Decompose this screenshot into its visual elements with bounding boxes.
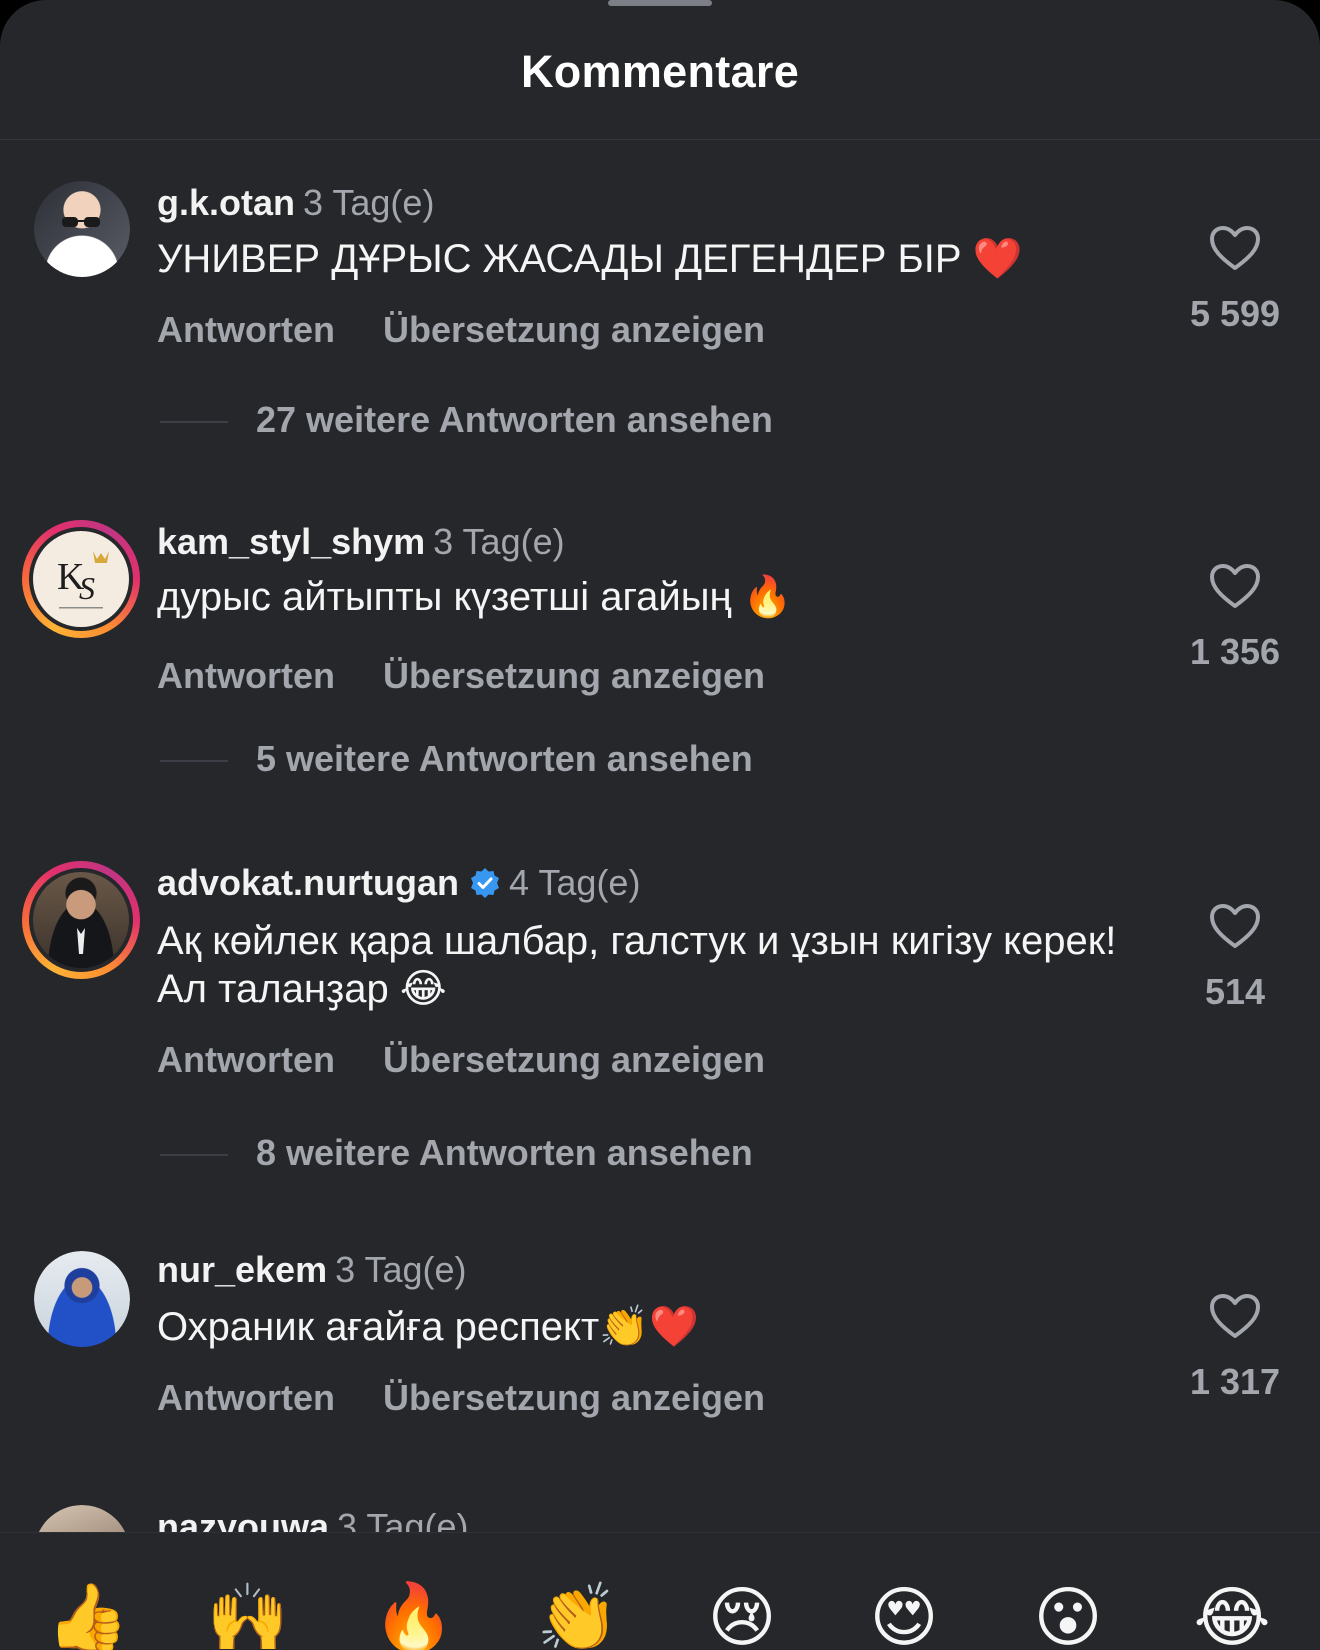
clapping-emoji-button[interactable]: 👏 <box>530 1569 626 1650</box>
view-replies-label: 27 weitere Antworten ansehen <box>256 399 773 440</box>
surprised-emoji-button[interactable]: 😮 <box>1020 1569 1116 1650</box>
comment-text: УНИВЕР ДҰРЫС ЖАСАДЫ ДЕГЕНДЕР БІР ❤️ <box>157 237 1023 281</box>
view-replies-button[interactable]: 5 weitere Antworten ansehen <box>160 738 753 780</box>
suit-figure-icon <box>77 928 85 954</box>
comments-header: Kommentare <box>0 0 1320 140</box>
replies-divider <box>160 760 228 763</box>
avatar[interactable] <box>34 181 130 277</box>
svg-text:S: S <box>79 570 95 606</box>
comment-username[interactable]: nur_ekem <box>157 1249 327 1290</box>
replies-divider <box>160 421 228 424</box>
sunglasses-icon <box>62 217 100 227</box>
comment-list[interactable]: g.k.otan 3 Tag(e) УНИВЕР ДҰРЫС ЖАСАДЫ ДЕГ… <box>0 141 1320 1532</box>
like-count: 1 356 <box>1189 631 1281 672</box>
avatar-photo: K S <box>33 531 129 627</box>
avatar-photo <box>34 181 130 277</box>
thumbs-up-emoji-button[interactable]: 👍 <box>40 1569 136 1650</box>
avatar[interactable] <box>34 1505 130 1532</box>
emoji-quick-bar: 👍 🙌 🔥 👏 😢 😍 😮 😂 <box>0 1532 1320 1650</box>
view-replies-button[interactable]: 27 weitere Antworten ansehen <box>160 399 773 441</box>
heart-outline-icon[interactable] <box>1209 903 1261 949</box>
heart-eyes-emoji-button[interactable]: 😍 <box>856 1569 952 1650</box>
comments-sheet: Kommentare g.k.otan 3 Tag(e) УНИВЕР ДҰРЫ… <box>0 0 1320 1650</box>
comment-time: 3 Tag(e) <box>433 521 565 562</box>
avatar-photo <box>34 1251 130 1347</box>
comment-text: дурыс айтыпты күзетші агайың 🔥 <box>157 575 793 619</box>
avatar[interactable] <box>34 1251 130 1347</box>
verified-badge-icon <box>471 868 500 898</box>
avatar-photo <box>34 1505 130 1532</box>
comment-username[interactable]: kam_styl_shym <box>157 521 425 562</box>
crying-emoji-button[interactable]: 😢 <box>694 1569 790 1650</box>
reply-button[interactable]: Antworten <box>157 1377 335 1418</box>
comment-time: 3 Tag(e) <box>335 1249 467 1290</box>
like-count: 1 317 <box>1189 1361 1281 1402</box>
monogram-logo-icon: K S <box>57 551 109 609</box>
comment-text: Охраник ағайға респект👏❤️ <box>157 1305 699 1349</box>
avatar[interactable]: K S <box>22 520 140 638</box>
heart-outline-icon[interactable] <box>1209 225 1261 271</box>
like-count: 5 599 <box>1189 293 1281 334</box>
comment-username[interactable]: nazyouwa <box>157 1506 329 1532</box>
like-count: 514 <box>1204 971 1266 1012</box>
like-control: 1 356 <box>1160 563 1310 673</box>
translate-button[interactable]: Übersetzung anzeigen <box>383 655 765 696</box>
raising-hands-emoji-button[interactable]: 🙌 <box>200 1569 296 1650</box>
replies-divider <box>160 1154 228 1157</box>
comment-text: Ақ көйлек қара шалбар, галстук и ұзын ки… <box>157 919 1117 1011</box>
translate-button[interactable]: Übersetzung anzeigen <box>383 1039 765 1080</box>
laughing-emoji-button[interactable]: 😂 <box>1184 1569 1280 1650</box>
reply-button[interactable]: Antworten <box>157 309 335 350</box>
like-control: 514 <box>1160 903 1310 1013</box>
heart-outline-icon[interactable] <box>1209 1293 1261 1339</box>
page-title: Kommentare <box>520 46 800 97</box>
translate-button[interactable]: Übersetzung anzeigen <box>383 309 765 350</box>
like-control: 5 599 <box>1160 225 1310 335</box>
translate-button[interactable]: Übersetzung anzeigen <box>383 1377 765 1418</box>
view-replies-label: 8 weitere Antworten ansehen <box>256 1132 753 1173</box>
view-replies-button[interactable]: 8 weitere Antworten ansehen <box>160 1132 753 1174</box>
reply-button[interactable]: Antworten <box>157 655 335 696</box>
heart-outline-icon[interactable] <box>1209 563 1261 609</box>
comment-time: 3 Tag(e) <box>337 1506 469 1532</box>
comment-time: 3 Tag(e) <box>303 182 435 223</box>
comment-time: 4 Tag(e) <box>509 862 641 903</box>
comment-username[interactable]: advokat.nurtugan <box>157 862 459 903</box>
like-control: 1 317 <box>1160 1293 1310 1403</box>
view-replies-label: 5 weitere Antworten ansehen <box>256 738 753 779</box>
avatar-photo <box>33 872 129 968</box>
avatar[interactable] <box>22 861 140 979</box>
comment-username[interactable]: g.k.otan <box>157 182 295 223</box>
reply-button[interactable]: Antworten <box>157 1039 335 1080</box>
fire-emoji-button[interactable]: 🔥 <box>366 1569 462 1650</box>
